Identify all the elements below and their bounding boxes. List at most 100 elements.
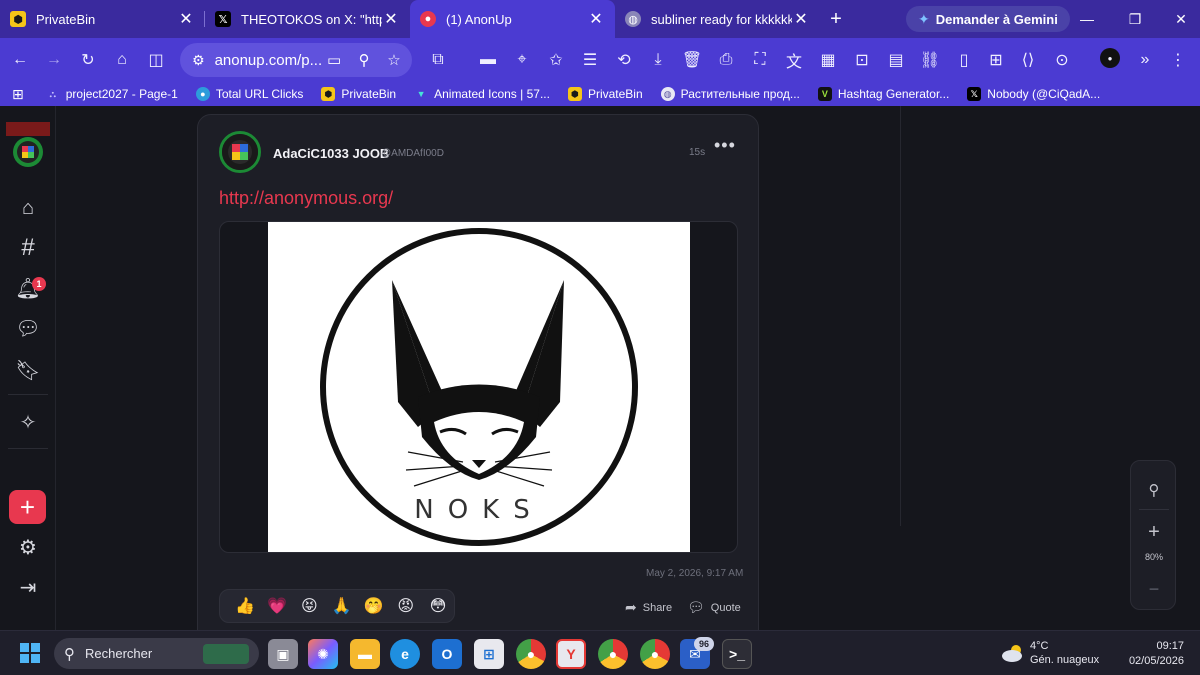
tongue-face-reaction[interactable]: 😝 [293,594,325,618]
bookmark-privatebin-2[interactable]: ⬢ PrivateBin [567,87,643,101]
back-icon[interactable]: ← [8,48,32,72]
bookmark-star-icon[interactable]: ☆ [382,48,406,72]
task-view-icon[interactable]: ▣ [268,639,298,669]
hand-over-mouth-reaction[interactable]: 🤭 [358,594,390,618]
home-icon[interactable]: ⌂ [110,48,134,72]
bookmark-nobody[interactable]: 𝕏 Nobody (@CiQadA... [967,87,1100,101]
user-avatar[interactable] [219,131,261,173]
zoom-out-icon[interactable]: − [1131,579,1177,600]
copilot-icon[interactable]: ✺ [308,639,338,669]
new-tab-button[interactable]: + [820,0,852,38]
share-button[interactable]: ➦ Share [625,599,672,616]
trash-icon[interactable]: 🗑 [680,48,704,72]
zoom-lens-icon[interactable]: ⚲ [352,48,376,72]
location-icon[interactable]: ⌖ [510,48,534,72]
screenshot-icon[interactable]: ⛶ [748,48,772,72]
reaction-bar: 👍 💗 😝 🙏 🤭 😡 😳 [219,589,455,623]
search-icon[interactable]: ⚲ [1131,481,1177,499]
gemini-button[interactable]: ✦ Demander à Gemini [906,6,1070,32]
table-icon[interactable]: ⊞ [984,48,1008,72]
reader-mode-icon[interactable]: ▤ [884,48,908,72]
site-info-icon[interactable]: ⚙ [192,52,205,69]
bookmark-icon[interactable]: 🔖︎ [14,356,42,384]
bookmark-project2027[interactable]: ⛬ project2027 - Page-1 [46,87,178,101]
taskbar-search[interactable]: ⚲ Rechercher [54,638,259,669]
split-view-icon[interactable]: ◫ [144,48,168,72]
compose-button[interactable]: + [9,490,46,524]
bookmark-total-url-clicks[interactable]: ● Total URL Clicks [195,87,303,101]
home-icon[interactable]: ⌂ [14,194,42,222]
url-text[interactable]: anonup.com/p... [215,52,323,69]
bookmark-animated-icons[interactable]: ▼ Animated Icons | 57... [414,87,550,101]
favorites-icon[interactable]: ✩ [544,48,568,72]
chat-icon[interactable]: 💬︎ [14,314,42,342]
pray-reaction[interactable]: 🙏 [325,594,357,618]
cast-icon[interactable]: ⊡ [850,48,874,72]
post-username[interactable]: AdaCiC1033 JOOB [273,146,389,161]
bookmark-privatebin[interactable]: ⬢ PrivateBin [321,87,396,101]
reload-icon[interactable]: ↻ [76,48,100,72]
site-logo-avatar[interactable] [6,122,50,170]
close-icon[interactable]: ✕ [587,9,605,29]
more-tools-icon[interactable]: » [1133,48,1157,72]
logout-icon[interactable]: ⇥ [14,573,42,601]
bookmark-hashtag-generator[interactable]: V Hashtag Generator... [817,87,949,101]
profile-avatar[interactable]: ● [1100,48,1120,68]
store-icon[interactable]: ⊞ [474,639,504,669]
system-clock[interactable]: 09:17 02/05/2026 [1120,639,1184,669]
restore-button[interactable]: ❐ [1112,0,1158,38]
terminal-icon[interactable]: >_ [722,639,752,669]
tab-subliner[interactable]: ◍ subliner ready for kkkkkk ✕ [615,0,820,38]
angry-reaction[interactable]: 😡 [390,594,422,618]
qr-code-icon[interactable]: ▦ [816,48,840,72]
devices-icon[interactable]: ▯ [952,48,976,72]
image-caption-text: NOKS [414,495,543,525]
sparkles-icon[interactable]: ✧ [14,408,42,436]
zoom-in-icon[interactable]: + [1131,521,1177,544]
page-search-icon[interactable]: ⊙ [1050,48,1074,72]
apps-icon[interactable]: ⊞ [12,86,24,103]
heart-reaction[interactable]: 💗 [261,594,293,618]
post-media[interactable]: NOKS [219,221,738,553]
address-bar[interactable]: ⚙ anonup.com/p... ▭ ⚲ ☆ [180,43,412,77]
chrome-icon[interactable]: ● [516,639,546,669]
forward-icon[interactable]: → [42,48,66,72]
flushed-reaction[interactable]: 😳 [422,594,454,618]
outlook-icon[interactable]: O [432,639,462,669]
tab-theotokos[interactable]: 𝕏 THEOTOKOS on X: "https://t ✕ [205,0,410,38]
bookmark-rastitelnye[interactable]: ◍ Растительные прод... [660,87,800,101]
close-icon[interactable]: ✕ [382,9,400,29]
chrome-profile-2-icon[interactable]: ● [640,639,670,669]
chrome-profile-icon[interactable]: ● [598,639,628,669]
weather-widget[interactable]: 4°C Gén. nuageux [1000,639,1099,667]
link-icon[interactable]: ⛓ [918,48,942,72]
post-card: AdaCiC1033 JOOB @AMDAfI00D 15s ••• http:… [197,114,759,630]
reading-list-icon[interactable]: ☰ [578,48,602,72]
hashtag-icon[interactable]: # [14,234,42,262]
menu-icon[interactable]: ⋮ [1166,48,1190,72]
extensions-icon[interactable]: ⧉ [426,48,450,72]
download-icon[interactable]: ⤓ [646,48,670,72]
post-link[interactable]: http://anonymous.org/ [219,188,393,209]
gear-icon[interactable]: ⚙ [14,533,42,561]
more-options-icon[interactable]: ••• [714,135,736,156]
card-icon[interactable]: ▬ [476,48,500,72]
file-explorer-icon[interactable]: ▬ [350,639,380,669]
globe-icon: ◍ [660,87,675,101]
tab-privatebin[interactable]: ⬢ PrivateBin ✕ [0,0,205,38]
print-icon[interactable]: ⎙ [714,48,738,72]
windows-start-icon[interactable] [20,643,40,663]
yandex-icon[interactable]: Y [556,639,586,669]
minimize-button[interactable]: — [1064,0,1110,38]
quote-button[interactable]: 💬︎ Quote [687,599,741,616]
close-icon[interactable]: ✕ [177,9,195,29]
code-icon[interactable]: ⟨⟩ [1016,48,1040,72]
thumbs-up-reaction[interactable]: 👍 [229,594,261,618]
close-icon[interactable]: ✕ [792,9,810,29]
translate-icon[interactable]: 文 [782,48,806,72]
tab-anonup[interactable]: ● (1) AnonUp ✕ [410,0,615,38]
history-icon[interactable]: ⟲ [612,48,636,72]
close-window-button[interactable]: ✕ [1158,0,1200,38]
install-app-icon[interactable]: ▭ [322,48,346,72]
edge-icon[interactable]: e [390,639,420,669]
